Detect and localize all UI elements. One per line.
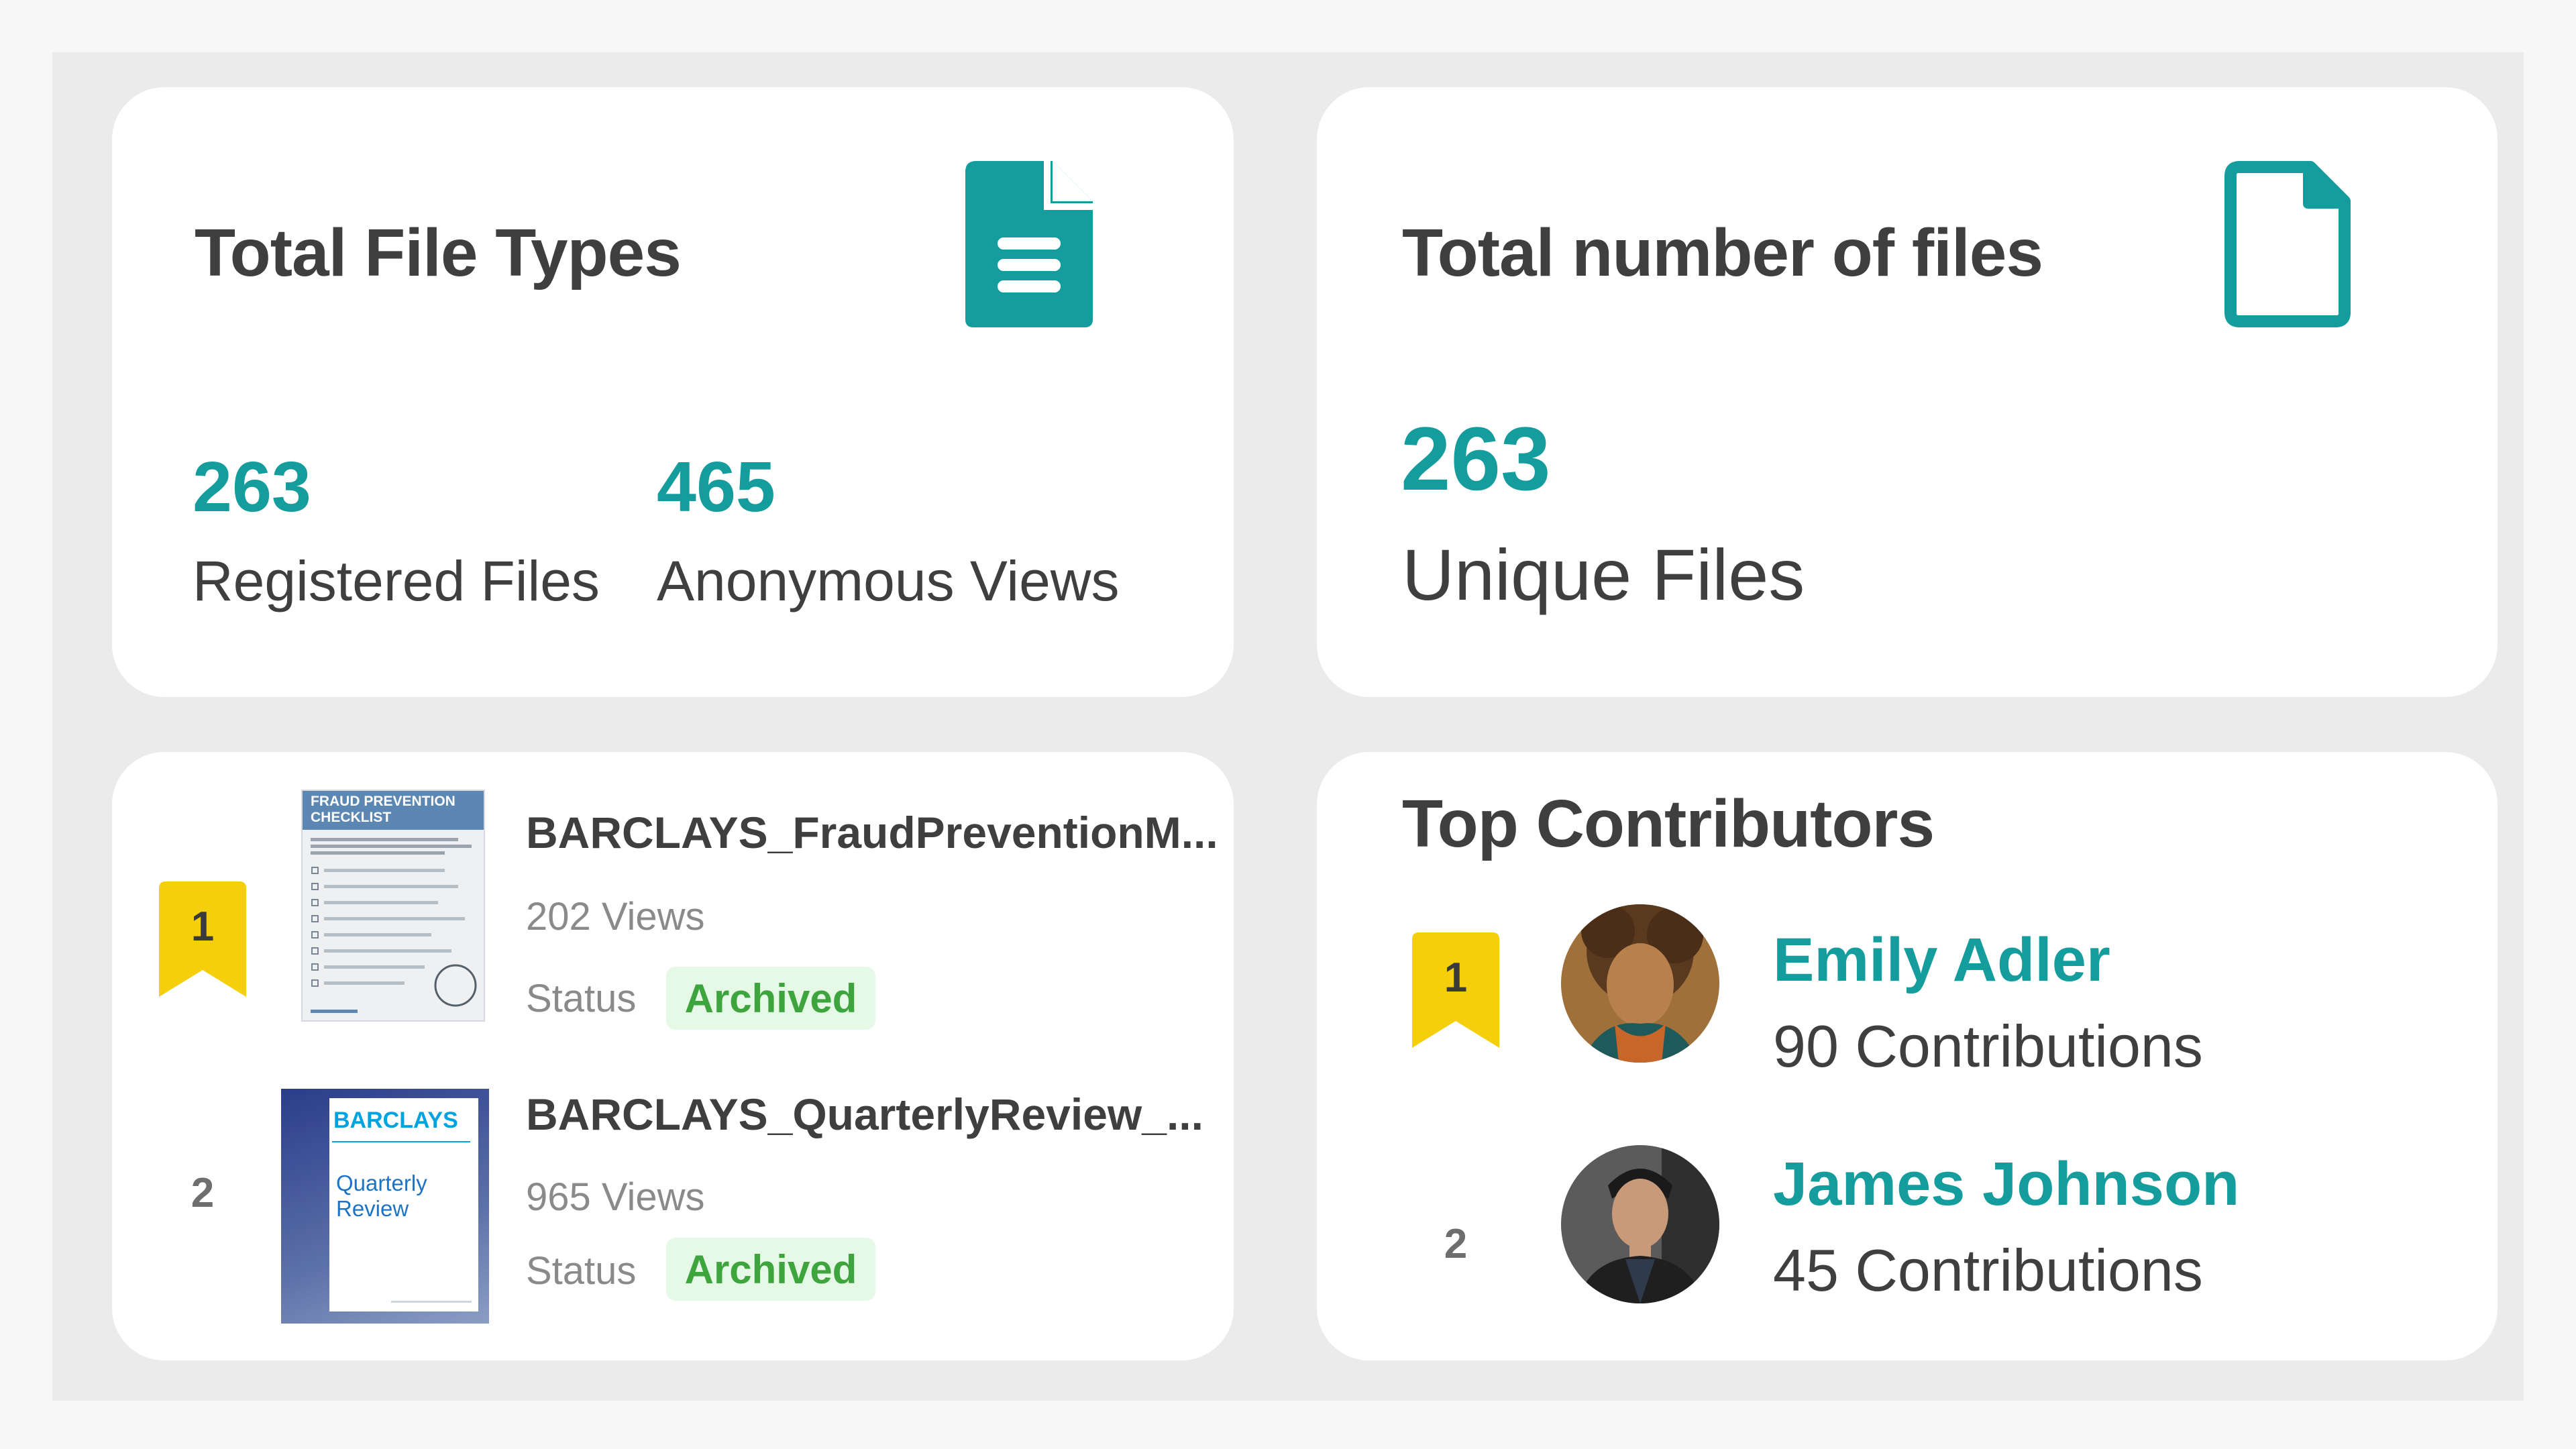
file-outline-icon (2224, 161, 2351, 327)
unique-files-value: 263 (1401, 409, 1551, 509)
file-views: 202 Views (526, 895, 705, 938)
file-name[interactable]: BARCLAYS_FraudPreventionM... (526, 807, 1218, 858)
file-rank: 2 (191, 1170, 215, 1216)
status-badge: Archived (666, 1238, 875, 1301)
file-rank: 1 (191, 904, 215, 950)
unique-files-label: Unique Files (1402, 534, 1805, 615)
contributor-name[interactable]: Emily Adler (1773, 925, 2110, 996)
anonymous-views-label: Anonymous Views (657, 549, 1120, 612)
registered-files-label: Registered Files (193, 549, 600, 612)
contributor-rank: 1 (1444, 955, 1468, 1001)
card-title: Total File Types (195, 215, 682, 290)
file-views: 965 Views (526, 1175, 705, 1219)
total-files-card: Total number of files 263 Unique Files (1317, 87, 2498, 697)
card-title: Top Contributors (1402, 786, 1935, 861)
anonymous-views-value: 465 (657, 447, 775, 527)
status-badge: Archived (666, 967, 875, 1030)
contributor-name[interactable]: James Johnson (1773, 1149, 2239, 1220)
top-files-card: 1 FRAUD PREVENTION CHECKLIST BARCLAYS_Fr… (112, 752, 1234, 1360)
contributor-rank: 2 (1444, 1221, 1468, 1267)
thumbnail-title: Quarterly Review (336, 1171, 427, 1221)
status-label: Status (526, 977, 637, 1020)
status-label: Status (526, 1249, 637, 1293)
contribution-count: 45 Contributions (1773, 1237, 2203, 1303)
contribution-count: 90 Contributions (1773, 1013, 2203, 1079)
avatar[interactable] (1561, 1145, 1719, 1303)
dashboard-frame: Total File Types 263 Registered Files 46… (0, 0, 2576, 1449)
thumbnail-brand: BARCLAYS (333, 1108, 458, 1133)
registered-files-value: 263 (193, 447, 311, 527)
document-icon (965, 161, 1093, 327)
avatar[interactable] (1561, 904, 1719, 1063)
thumbnail-title: FRAUD PREVENTION CHECKLIST (311, 794, 455, 825)
quarterly-review-thumbnail[interactable]: BARCLAYS Quarterly Review (281, 1089, 489, 1324)
card-title: Total number of files (1402, 215, 2043, 290)
file-types-card: Total File Types 263 Registered Files 46… (112, 87, 1234, 697)
file-name[interactable]: BARCLAYS_QuarterlyReview_... (526, 1089, 1203, 1140)
fraud-checklist-thumbnail[interactable]: FRAUD PREVENTION CHECKLIST (301, 790, 485, 1022)
contributors-card: Top Contributors 1 Emily Adler 90 Contri… (1317, 752, 2498, 1360)
